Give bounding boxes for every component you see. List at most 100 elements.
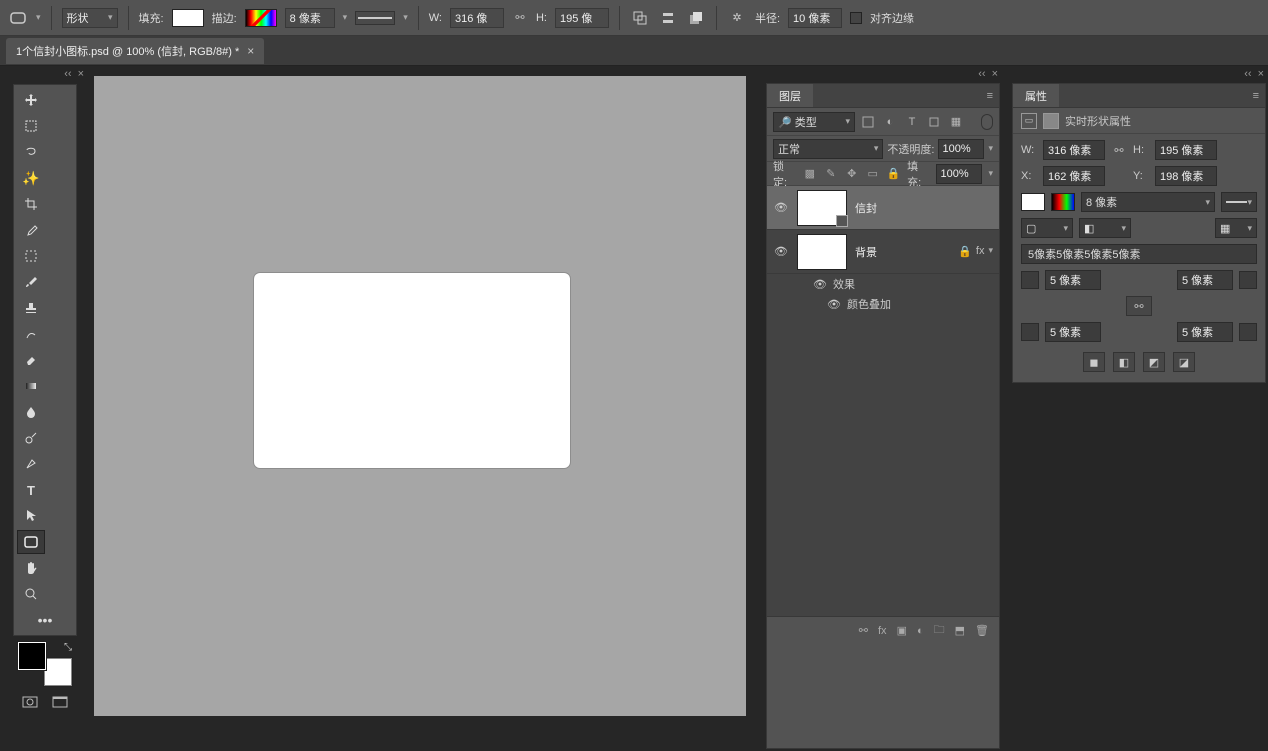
filter-pixel-icon[interactable] — [859, 113, 877, 131]
move-tool[interactable] — [17, 88, 45, 112]
mask-icon[interactable]: ▣ — [897, 624, 907, 637]
opacity-chevron-icon[interactable]: ▾ — [988, 143, 993, 154]
prop-x-input[interactable] — [1043, 166, 1105, 186]
tool-mode-select[interactable]: 形状▾ — [62, 8, 118, 28]
fill-swatch[interactable] — [172, 9, 204, 27]
path-exclude-icon[interactable]: ◪ — [1173, 352, 1195, 372]
corner-br-input[interactable] — [1177, 322, 1233, 342]
layer-name[interactable]: 背景 — [855, 244, 877, 260]
prop-stroke-swatch[interactable] — [1051, 193, 1075, 211]
panel-menu-icon[interactable]: ≡ — [1247, 84, 1265, 107]
prop-stroke-width-select[interactable]: 8 像素▾ — [1081, 192, 1215, 212]
new-layer-icon[interactable]: ⬒ — [955, 624, 965, 637]
layer-thumbnail[interactable] — [797, 234, 847, 270]
close-icon[interactable]: × — [992, 68, 998, 80]
collapse-icon[interactable]: ‹‹ — [64, 68, 71, 84]
gear-icon[interactable]: ✲ — [727, 8, 747, 28]
corner-br-icon[interactable] — [1239, 323, 1257, 341]
blend-mode-select[interactable]: 正常▾ — [773, 139, 883, 159]
layer-row[interactable]: 👁 背景 🔒fx▾ — [767, 230, 999, 274]
opacity-input[interactable] — [938, 139, 984, 159]
corner-tl-input[interactable] — [1045, 270, 1101, 290]
path-align-icon[interactable] — [658, 8, 678, 28]
path-select-tool[interactable] — [17, 504, 45, 528]
filter-adjust-icon[interactable]: ◐ — [881, 113, 899, 131]
panel-menu-icon[interactable]: ≡ — [981, 84, 999, 107]
prop-fill-swatch[interactable] — [1021, 193, 1045, 211]
quickmask-icon[interactable] — [19, 694, 41, 710]
zoom-tool[interactable] — [17, 582, 45, 606]
corner-tr-icon[interactable] — [1239, 271, 1257, 289]
prop-y-input[interactable] — [1155, 166, 1217, 186]
hand-tool[interactable] — [17, 556, 45, 580]
stroke-width-input[interactable] — [285, 8, 335, 28]
envelope-shape[interactable] — [254, 273, 570, 468]
link-wh-icon[interactable]: ⚯ — [512, 10, 528, 26]
layer-row[interactable]: 👁 信封 — [767, 186, 999, 230]
tab-properties[interactable]: 属性 — [1013, 84, 1059, 107]
tab-layers[interactable]: 图层 — [767, 84, 813, 107]
prop-join-select[interactable]: ◧▾ — [1079, 218, 1131, 238]
document-tab[interactable]: 1个信封小图标.psd @ 100% (信封, RGB/8#) * × — [6, 38, 264, 64]
filter-smart-icon[interactable]: ▦ — [947, 113, 965, 131]
prop-w-input[interactable] — [1043, 140, 1105, 160]
document-canvas[interactable] — [94, 76, 746, 716]
background-color-swatch[interactable] — [44, 658, 72, 686]
blur-tool[interactable] — [17, 400, 45, 424]
layer-name[interactable]: 信封 — [855, 200, 877, 216]
filter-toggle[interactable] — [981, 114, 993, 130]
stroke-width-chevron-icon[interactable]: ▾ — [343, 12, 348, 23]
prop-h-input[interactable] — [1155, 140, 1217, 160]
radius-input[interactable] — [788, 8, 842, 28]
fx-label[interactable]: fx — [976, 245, 985, 258]
fx-chevron-icon[interactable]: ▾ — [988, 245, 993, 258]
effect-item-row[interactable]: 👁 颜色叠加 — [767, 294, 999, 314]
path-ops-icon[interactable] — [630, 8, 650, 28]
pen-tool[interactable] — [17, 452, 45, 476]
adjust-icon[interactable]: ◐ — [917, 625, 924, 637]
lasso-tool[interactable] — [17, 140, 45, 164]
slice-tool[interactable] — [17, 244, 45, 268]
path-unite-icon[interactable]: ◼ — [1083, 352, 1105, 372]
lock-paint-icon[interactable]: ✎ — [823, 166, 838, 182]
collapse-icon[interactable]: ‹‹ — [1244, 68, 1251, 80]
visibility-icon[interactable]: 👁 — [827, 297, 841, 311]
wand-tool[interactable]: ✨ — [17, 166, 45, 190]
shape-tool-icon[interactable] — [8, 8, 28, 28]
lock-position-icon[interactable]: ✥ — [844, 166, 859, 182]
type-tool[interactable]: T — [17, 478, 45, 502]
stroke-style-select[interactable] — [355, 11, 395, 25]
corner-bl-icon[interactable] — [1021, 323, 1039, 341]
fx-icon[interactable]: fx — [878, 625, 887, 637]
close-icon[interactable]: × — [247, 44, 254, 58]
path-arrange-icon[interactable] — [686, 8, 706, 28]
lock-artboard-icon[interactable]: ▭ — [865, 166, 880, 182]
dodge-tool[interactable] — [17, 426, 45, 450]
brush-tool[interactable] — [17, 270, 45, 294]
corner-summary[interactable]: 5像素5像素5像素5像素 — [1021, 244, 1257, 264]
link-corners-icon[interactable]: ⚯ — [1126, 296, 1152, 316]
lock-trans-icon[interactable]: ▩ — [802, 166, 817, 182]
filter-shape-icon[interactable] — [925, 113, 943, 131]
rectangle-tool[interactable] — [17, 530, 45, 554]
collapse-icon[interactable]: ‹‹ — [978, 68, 985, 80]
corner-tr-input[interactable] — [1177, 270, 1233, 290]
visibility-icon[interactable]: 👁 — [773, 244, 789, 260]
layer-thumbnail[interactable] — [797, 190, 847, 226]
crop-tool[interactable] — [17, 192, 45, 216]
screenmode-icon[interactable] — [49, 694, 71, 710]
stroke-swatch[interactable] — [245, 9, 277, 27]
foreground-color-swatch[interactable] — [18, 642, 46, 670]
filter-type-select[interactable]: 🔎 类型▾ — [773, 112, 855, 132]
swap-colors-icon[interactable]: ⤡ — [64, 642, 72, 653]
fill-chevron-icon[interactable]: ▾ — [988, 168, 993, 179]
link-wh-icon[interactable]: ⚯ — [1111, 142, 1127, 158]
width-input[interactable] — [450, 8, 504, 28]
lock-all-icon[interactable]: 🔒 — [886, 166, 901, 182]
link-layers-icon[interactable]: ⚯ — [859, 624, 868, 637]
prop-cap-select[interactable]: ▢▾ — [1021, 218, 1073, 238]
group-icon[interactable]: 🗀 — [934, 621, 945, 640]
visibility-icon[interactable]: 👁 — [813, 277, 827, 291]
stamp-tool[interactable] — [17, 296, 45, 320]
stroke-style-chevron-icon[interactable]: ▾ — [403, 12, 408, 23]
